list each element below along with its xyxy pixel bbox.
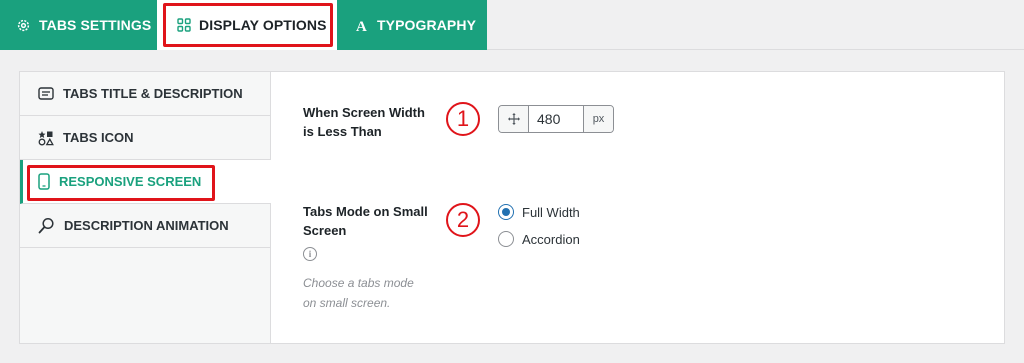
svg-text:A: A [356,19,367,33]
screen-width-input[interactable] [529,106,583,132]
side-item-label: TABS ICON [63,130,134,145]
side-item-responsive-screen[interactable]: RESPONSIVE SCREEN [20,160,271,204]
tabs-mode-label: Tabs Mode on Small Screen [303,202,428,240]
shapes-icon [38,130,54,145]
tabs-mode-help-text: Choose a tabs mode on small screen. [303,273,423,313]
tab-typography[interactable]: A TYPOGRAPHY [337,0,487,50]
side-item-label: RESPONSIVE SCREEN [59,174,202,189]
top-tab-bar: TABS SETTINGS DISPLAY OPTIONS A TYPOGRAP… [0,0,1024,50]
tab-tabs-settings[interactable]: TABS SETTINGS [0,0,157,50]
tab-display-options[interactable]: DISPLAY OPTIONS [157,0,337,50]
side-menu: TABS TITLE & DESCRIPTION TABS ICON RESPO… [20,72,271,343]
label-line: is Less Than [303,124,382,139]
help-line: Choose a tabs mode [303,276,414,290]
label-line: Tabs Mode on Small [303,204,428,219]
side-item-description-animation[interactable]: DESCRIPTION ANIMATION [20,204,270,248]
font-icon: A [356,19,367,33]
radio-button-checked[interactable] [498,204,514,220]
annotation-badge-1: 1 [446,102,480,136]
screen-width-label: When Screen Width is Less Than [303,103,425,141]
magic-wand-icon [38,217,54,234]
help-line: on small screen. [303,296,391,310]
content-area: When Screen Width is Less Than 1 px Tabs… [272,72,1004,343]
side-item-tabs-icon[interactable]: TABS ICON [20,116,270,160]
radio-button[interactable] [498,231,514,247]
label-line: When Screen Width [303,105,425,120]
settings-panel: TABS TITLE & DESCRIPTION TABS ICON RESPO… [19,71,1005,344]
tab-label: TABS SETTINGS [39,17,152,33]
move-icon [499,106,529,132]
side-item-tabs-title-description[interactable]: TABS TITLE & DESCRIPTION [20,72,270,116]
mobile-icon [38,173,50,190]
label-line: Screen [303,223,347,238]
unit-label: px [583,106,613,132]
grid-icon [177,18,191,32]
screen-width-input-group: px [498,105,614,133]
side-item-label: TABS TITLE & DESCRIPTION [63,86,243,101]
gear-icon [17,19,30,31]
radio-full-width[interactable]: Full Width [498,204,580,220]
text-box-icon [38,87,54,100]
info-icon[interactable]: i [303,247,317,261]
side-item-label: DESCRIPTION ANIMATION [64,218,229,233]
radio-label: Accordion [522,231,580,247]
tab-label: TYPOGRAPHY [377,17,477,33]
tab-label: DISPLAY OPTIONS [199,17,327,33]
annotation-badge-2: 2 [446,203,480,237]
radio-label: Full Width [522,204,580,220]
radio-accordion[interactable]: Accordion [498,231,580,247]
